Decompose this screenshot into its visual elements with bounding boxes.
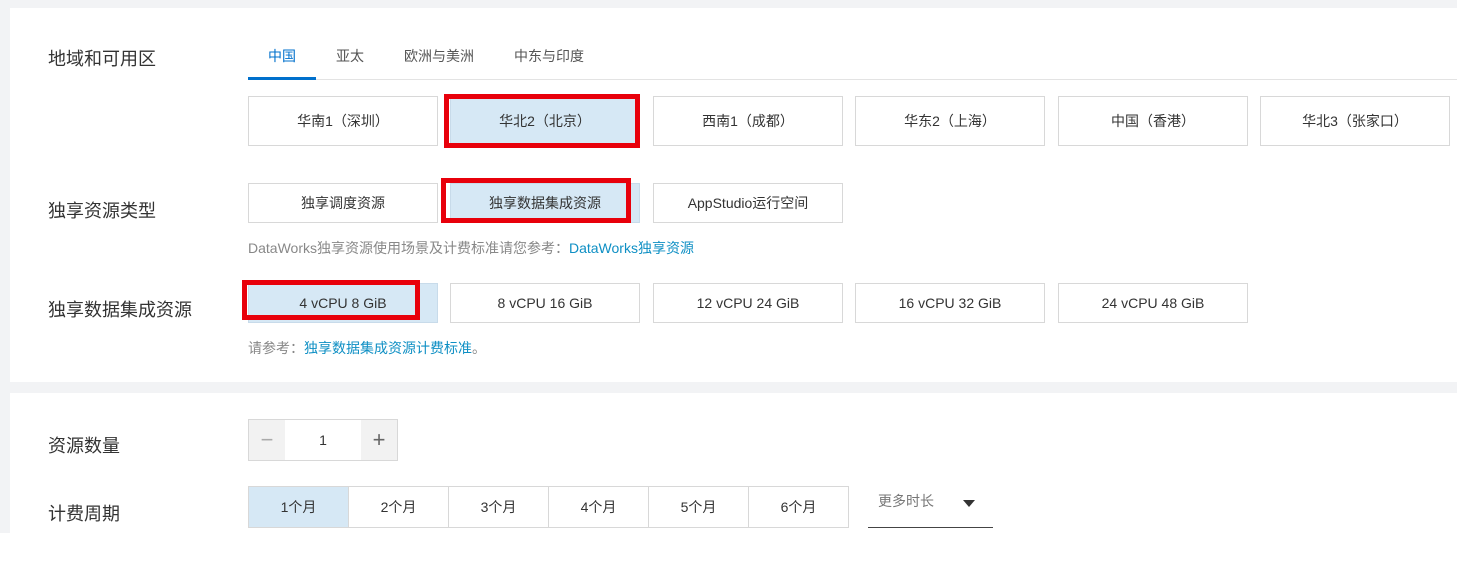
- purchase-card: 资源数量 − 1 + 计费周期 1个月 2个月 3个月 4个月 5个月 6个月 …: [10, 393, 1457, 533]
- resource-type-scheduling[interactable]: 独享调度资源: [248, 183, 438, 223]
- region-option-shanghai[interactable]: 华东2（上海）: [855, 96, 1045, 146]
- dataworks-resource-link[interactable]: DataWorks独享资源: [569, 240, 694, 256]
- tab-middle-east-india[interactable]: 中东与印度: [494, 38, 604, 80]
- region-label: 地域和可用区: [48, 49, 156, 69]
- quantity-stepper: − 1 +: [248, 419, 398, 461]
- region-option-chengdu[interactable]: 西南1（成都）: [653, 96, 843, 146]
- resource-type-integration[interactable]: 独享数据集成资源: [450, 183, 640, 223]
- integration-resource-hint: 请参考：独享数据集成资源计费标准。: [248, 338, 486, 358]
- region-option-beijing[interactable]: 华北2（北京）: [450, 96, 640, 146]
- period-2-month[interactable]: 2个月: [348, 486, 449, 528]
- increment-button[interactable]: +: [361, 420, 397, 460]
- quantity-label: 资源数量: [48, 436, 120, 456]
- decrement-button[interactable]: −: [249, 420, 285, 460]
- region-option-hongkong[interactable]: 中国（香港）: [1058, 96, 1248, 146]
- billing-period-group: 1个月 2个月 3个月 4个月 5个月 6个月: [248, 486, 849, 528]
- integration-hint-prefix: 请参考：: [248, 340, 304, 356]
- period-3-month[interactable]: 3个月: [448, 486, 549, 528]
- period-5-month[interactable]: 5个月: [648, 486, 749, 528]
- bottom-blank-area: [0, 533, 1457, 566]
- resource-type-hint: DataWorks独享资源使用场景及计费标准请您参考：DataWorks独享资源: [248, 238, 694, 258]
- billing-cycle-label: 计费周期: [48, 504, 120, 524]
- spec-12vcpu[interactable]: 12 vCPU 24 GiB: [653, 283, 843, 323]
- integration-resource-label: 独享数据集成资源: [48, 300, 192, 320]
- region-option-zhangjiakou[interactable]: 华北3（张家口）: [1260, 96, 1450, 146]
- resource-type-label: 独享资源类型: [48, 201, 156, 221]
- resource-type-appstudio[interactable]: AppStudio运行空间: [653, 183, 843, 223]
- region-tabs: 中国 亚太 欧洲与美洲 中东与印度: [248, 38, 1457, 80]
- integration-hint-suffix: 。: [472, 340, 486, 356]
- tab-china[interactable]: 中国: [248, 38, 316, 80]
- integration-billing-link[interactable]: 独享数据集成资源计费标准: [304, 340, 472, 356]
- tab-asia-pacific[interactable]: 亚太: [316, 38, 384, 80]
- caret-down-icon: [963, 500, 975, 507]
- spec-8vcpu[interactable]: 8 vCPU 16 GiB: [450, 283, 640, 323]
- period-6-month[interactable]: 6个月: [748, 486, 849, 528]
- configuration-card: 地域和可用区 中国 亚太 欧洲与美洲 中东与印度 华南1（深圳） 华北2（北京）…: [10, 8, 1457, 382]
- spec-24vcpu[interactable]: 24 vCPU 48 GiB: [1058, 283, 1248, 323]
- spec-16vcpu[interactable]: 16 vCPU 32 GiB: [855, 283, 1045, 323]
- tab-europe-americas[interactable]: 欧洲与美洲: [384, 38, 494, 80]
- more-duration-label: 更多时长: [878, 493, 934, 509]
- region-option-shenzhen[interactable]: 华南1（深圳）: [248, 96, 438, 146]
- period-4-month[interactable]: 4个月: [548, 486, 649, 528]
- more-duration-dropdown[interactable]: 更多时长: [868, 486, 993, 528]
- quantity-value[interactable]: 1: [285, 420, 361, 460]
- resource-type-hint-text: DataWorks独享资源使用场景及计费标准请您参考：: [248, 240, 569, 256]
- period-1-month[interactable]: 1个月: [248, 486, 349, 528]
- spec-4vcpu[interactable]: 4 vCPU 8 GiB: [248, 283, 438, 323]
